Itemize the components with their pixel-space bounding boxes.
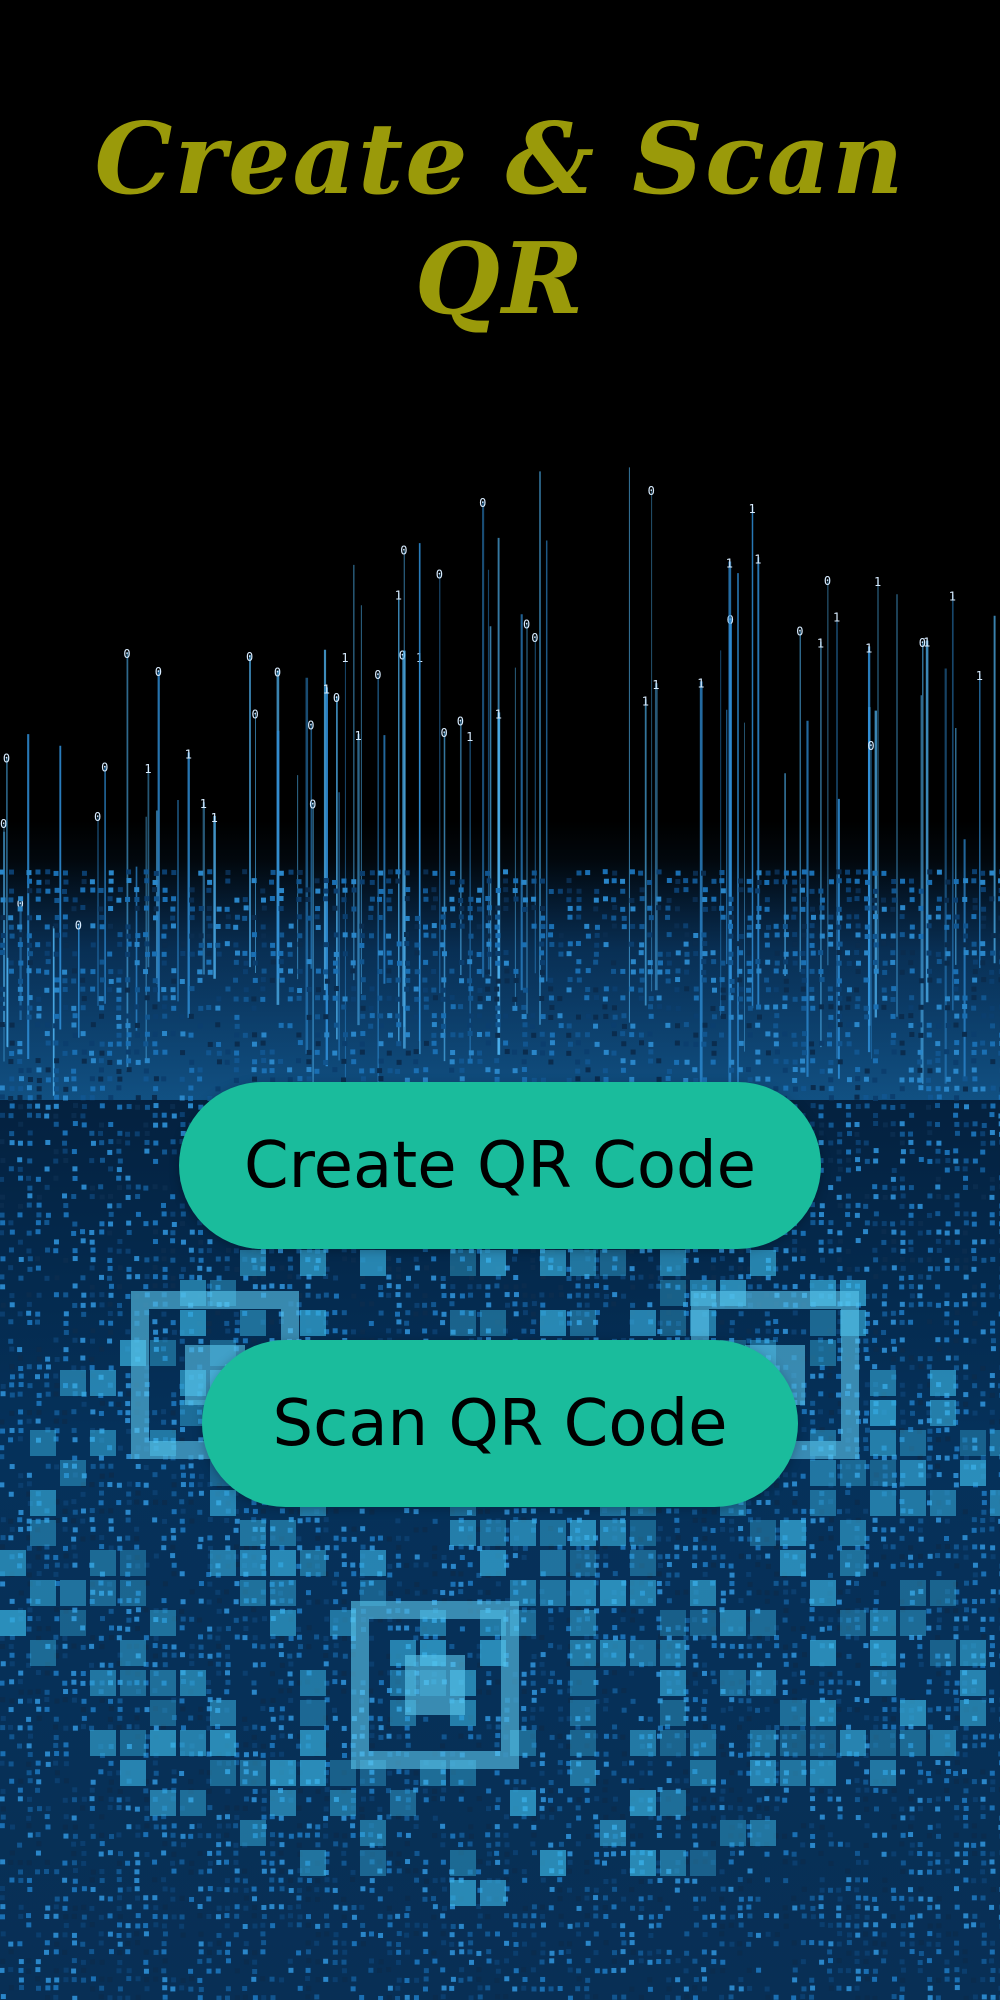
svg-text:0: 0 <box>0 817 7 831</box>
svg-text:1: 1 <box>833 610 840 624</box>
svg-text:1: 1 <box>341 651 348 665</box>
home-screen: 1001010101011001000000000101001010100101… <box>0 0 1000 2000</box>
svg-text:1: 1 <box>874 575 881 589</box>
svg-text:1: 1 <box>749 502 756 516</box>
svg-text:1: 1 <box>976 669 983 683</box>
svg-text:1: 1 <box>949 590 956 604</box>
svg-text:0: 0 <box>523 617 530 631</box>
svg-text:1: 1 <box>495 707 502 721</box>
svg-text:1: 1 <box>754 552 761 566</box>
svg-text:0: 0 <box>479 496 486 510</box>
svg-text:1: 1 <box>642 694 649 708</box>
svg-text:1: 1 <box>144 762 151 776</box>
svg-text:0: 0 <box>101 761 108 775</box>
svg-text:0: 0 <box>246 650 253 664</box>
svg-text:1: 1 <box>355 729 362 743</box>
svg-text:1: 1 <box>200 797 207 811</box>
svg-text:0: 0 <box>648 484 655 498</box>
svg-text:1: 1 <box>466 730 473 744</box>
svg-text:1: 1 <box>395 588 402 602</box>
app-title: Create & Scan QR <box>94 102 906 337</box>
svg-text:1: 1 <box>726 557 733 571</box>
svg-text:1: 1 <box>211 811 218 825</box>
svg-text:0: 0 <box>3 752 10 766</box>
svg-text:0: 0 <box>333 691 340 705</box>
svg-text:0: 0 <box>309 797 316 811</box>
svg-text:0: 0 <box>400 544 407 558</box>
svg-text:0: 0 <box>374 668 381 682</box>
create-qr-code-button[interactable]: Create QR Code <box>179 1082 821 1249</box>
svg-text:1: 1 <box>697 676 704 690</box>
svg-text:0: 0 <box>531 631 538 645</box>
svg-text:0: 0 <box>75 918 82 932</box>
svg-text:0: 0 <box>867 739 874 753</box>
svg-text:0: 0 <box>123 647 130 661</box>
svg-text:0: 0 <box>155 665 162 679</box>
svg-text:0: 0 <box>307 718 314 732</box>
svg-text:0: 0 <box>94 810 101 824</box>
scan-qr-code-button[interactable]: Scan QR Code <box>202 1340 798 1507</box>
svg-text:0: 0 <box>252 707 259 721</box>
svg-text:0: 0 <box>796 625 803 639</box>
svg-text:1: 1 <box>865 641 872 655</box>
svg-text:1: 1 <box>652 678 659 692</box>
svg-text:0: 0 <box>441 726 448 740</box>
svg-text:1: 1 <box>185 747 192 761</box>
svg-text:1: 1 <box>323 682 330 696</box>
svg-text:0: 0 <box>436 568 443 582</box>
svg-text:1: 1 <box>817 637 824 651</box>
svg-text:1: 1 <box>923 636 930 650</box>
svg-text:0: 0 <box>457 714 464 728</box>
svg-text:0: 0 <box>274 665 281 679</box>
svg-text:0: 0 <box>824 574 831 588</box>
